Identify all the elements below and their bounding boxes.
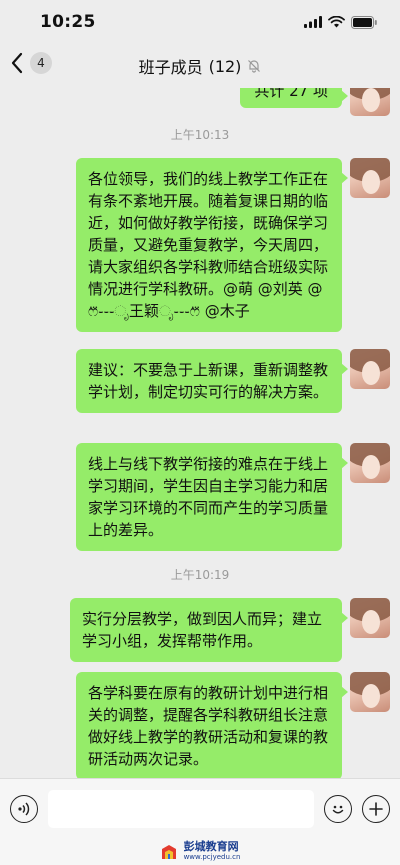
avatar[interactable] — [350, 158, 390, 198]
avatar[interactable] — [350, 672, 390, 712]
site-logo-icon — [161, 844, 176, 859]
wifi-icon — [328, 16, 345, 28]
message-text: 建议：不要急于上新课，重新调整教学计划，制定切实可行的解决方案。 — [88, 361, 329, 401]
group-name: 班子成员 — [138, 58, 203, 77]
message-input[interactable] — [48, 789, 314, 828]
input-bar — [0, 778, 400, 838]
signal-icon — [304, 16, 322, 28]
message-row: 建议：不要急于上新课，重新调整教学计划，制定切实可行的解决方案。 — [76, 349, 390, 413]
site-footer: 彭城教育网 www.pcjyedu.cn — [0, 838, 400, 865]
voice-button[interactable] — [10, 794, 38, 823]
status-icons — [304, 15, 378, 29]
battery-icon — [351, 15, 377, 29]
avatar[interactable] — [350, 443, 390, 483]
message-row: 各位领导，我们的线上教学工作正在有条不紊地开展。随着复课日期的临近，如何做好教学… — [76, 158, 390, 332]
message-bubble[interactable]: 线上与线下教学衔接的难点在于线上学习期间，学生因自主学习能力和居家学习环境的不同… — [76, 443, 348, 551]
emoji-icon — [332, 805, 344, 813]
site-url: www.pcjyedu.cn — [183, 852, 241, 861]
avatar[interactable] — [350, 598, 390, 638]
avatar[interactable] — [350, 349, 390, 389]
message-bubble[interactable]: 共计 27 项 — [240, 88, 348, 108]
site-name: 彭城教育网 — [183, 839, 239, 853]
message-bubble[interactable]: 各位领导，我们的线上教学工作正在有条不紊地开展。随着复课日期的临近，如何做好教学… — [76, 158, 348, 332]
back-button[interactable]: 4 — [10, 52, 52, 74]
unread-badge: 4 — [30, 52, 52, 74]
message-bubble[interactable]: 实行分层教学，做到因人而异；建立学习小组，发挥帮带作用。 — [70, 598, 348, 662]
status-bar: 10:25 — [0, 0, 400, 44]
voice-icon — [18, 801, 30, 816]
message-row: 线上与线下教学衔接的难点在于线上学习期间，学生因自主学习能力和居家学习环境的不同… — [76, 443, 390, 551]
avatar[interactable] — [350, 88, 390, 116]
message-row: 实行分层教学，做到因人而异；建立学习小组，发挥帮带作用。 — [70, 598, 390, 662]
nav-bar: 4 班子成员 (12) — [0, 44, 400, 88]
status-time: 10:25 — [40, 12, 96, 32]
message-text: 共计 27 项 — [254, 88, 328, 100]
message-row: 各学科要在原有的教研计划中进行相关的调整，提醒各学科教研组长注意做好线上教学的教… — [76, 672, 390, 778]
message-bubble[interactable]: 建议：不要急于上新课，重新调整教学计划，制定切实可行的解决方案。 — [76, 349, 348, 413]
chevron-left-icon — [11, 52, 23, 74]
message-text: 各位领导，我们的线上教学工作正在有条不紊地开展。随着复课日期的临近，如何做好教学… — [88, 170, 329, 320]
chat-title[interactable]: 班子成员 (12) — [139, 54, 262, 78]
timestamp-divider: 上午10:13 — [170, 128, 230, 142]
mute-bell-icon — [248, 60, 261, 73]
emoji-button[interactable] — [324, 794, 352, 823]
plus-icon — [369, 801, 383, 816]
more-button[interactable] — [362, 794, 390, 823]
message-row: 共计 27 项 — [240, 88, 390, 116]
timestamp-divider: 上午10:19 — [170, 568, 230, 582]
message-text: 实行分层教学，做到因人而异；建立学习小组，发挥帮带作用。 — [82, 610, 323, 650]
member-count: (12) — [208, 56, 242, 76]
message-text: 线上与线下教学衔接的难点在于线上学习期间，学生因自主学习能力和居家学习环境的不同… — [88, 455, 329, 539]
message-text: 各学科要在原有的教研计划中进行相关的调整，提醒各学科教研组长注意做好线上教学的教… — [88, 684, 329, 768]
message-bubble[interactable]: 各学科要在原有的教研计划中进行相关的调整，提醒各学科教研组长注意做好线上教学的教… — [76, 672, 348, 778]
chat-area[interactable]: 共计 27 项 上午10:13 各位领导，我们的线上教学工作正在有条不紊地开展。… — [0, 88, 400, 778]
